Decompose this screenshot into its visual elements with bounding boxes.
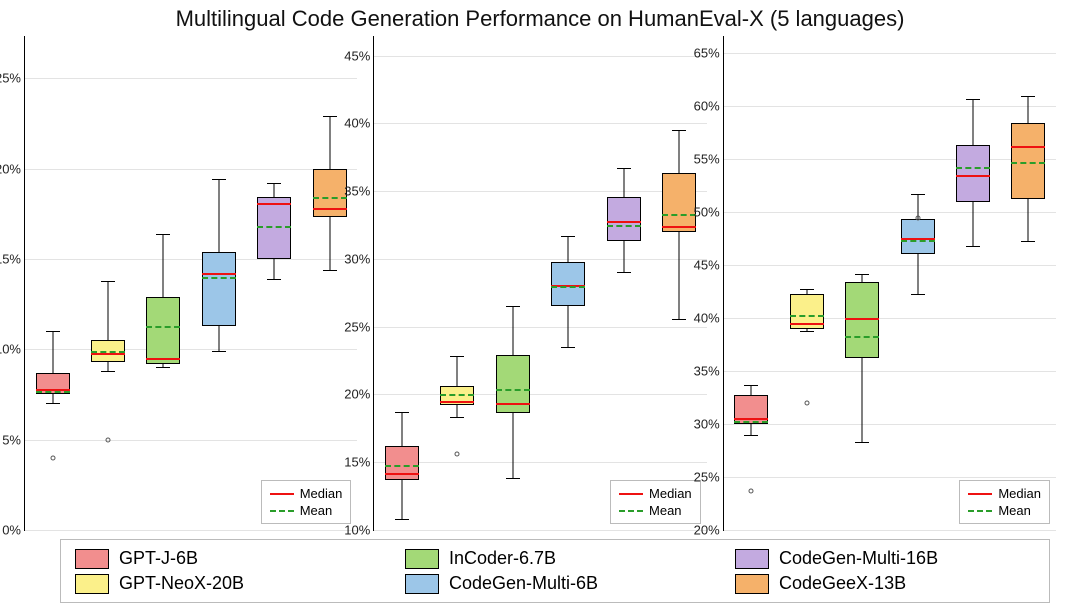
ytick: 25% [0, 71, 21, 86]
legend-mean: Mean [998, 503, 1031, 518]
legend-label: CodeGen-Multi-16B [779, 548, 938, 569]
ytick: 35% [324, 184, 370, 199]
legend-swatch [75, 549, 109, 569]
ytick: 45% [324, 48, 370, 63]
ytick: 25% [674, 469, 720, 484]
ytick: 15% [324, 455, 370, 470]
legend-item: CodeGen-Multi-16B [735, 548, 1035, 569]
ytick: 5% [0, 432, 21, 447]
mini-legend: Median Mean [959, 480, 1050, 524]
ytick: 10% [324, 523, 370, 538]
mini-legend: Median Mean [610, 480, 701, 524]
legend-swatch [405, 574, 439, 594]
legend-mean: Mean [300, 503, 333, 518]
legend-swatch [75, 574, 109, 594]
ytick: 20% [674, 523, 720, 538]
ytick: 15% [0, 251, 21, 266]
legend-median: Median [300, 486, 343, 501]
ytick: 35% [674, 363, 720, 378]
legend-label: CodeGeeX-13B [779, 573, 906, 594]
legend-item: CodeGeeX-13B [735, 573, 1035, 594]
ytick: 40% [674, 310, 720, 325]
legend-label: GPT-NeoX-20B [119, 573, 244, 594]
axes: 20%25%30%35%40%45%50%55%60%65%pass@100Me… [723, 36, 1056, 531]
legend-mean: Mean [649, 503, 682, 518]
mini-legend: Median Mean [261, 480, 352, 524]
legend-item: CodeGen-Multi-6B [405, 573, 705, 594]
panels: 0%5%10%15%20%25%pass@1MedianMean10%15%20… [24, 36, 1056, 531]
legend-label: CodeGen-Multi-6B [449, 573, 598, 594]
legend-item: GPT-J-6B [75, 548, 375, 569]
figure: { "title": "Multilingual Code Generation… [0, 0, 1080, 611]
ytick: 10% [0, 342, 21, 357]
legend-swatch [735, 549, 769, 569]
ytick: 65% [674, 45, 720, 60]
legend-swatch [405, 549, 439, 569]
ytick: 45% [674, 257, 720, 272]
axes: 10%15%20%25%30%35%40%45%pass@10MedianMea… [373, 36, 706, 531]
axes: 0%5%10%15%20%25%pass@1MedianMean [24, 36, 357, 531]
ytick: 60% [674, 98, 720, 113]
ytick: 25% [324, 319, 370, 334]
legend-label: GPT-J-6B [119, 548, 198, 569]
legend-median: Median [649, 486, 692, 501]
ytick: 0% [0, 523, 21, 538]
ytick: 20% [324, 387, 370, 402]
ytick: 20% [0, 161, 21, 176]
legend-swatch [735, 574, 769, 594]
ytick: 50% [674, 204, 720, 219]
ytick: 40% [324, 116, 370, 131]
legend-item: GPT-NeoX-20B [75, 573, 375, 594]
ytick: 30% [324, 251, 370, 266]
legend-label: InCoder-6.7B [449, 548, 556, 569]
ytick: 55% [674, 151, 720, 166]
legend-median: Median [998, 486, 1041, 501]
ytick: 30% [674, 416, 720, 431]
chart-title: Multilingual Code Generation Performance… [0, 0, 1080, 32]
model-legend: GPT-J-6B InCoder-6.7B CodeGen-Multi-16B GPT… [60, 539, 1050, 603]
legend-item: InCoder-6.7B [405, 548, 705, 569]
